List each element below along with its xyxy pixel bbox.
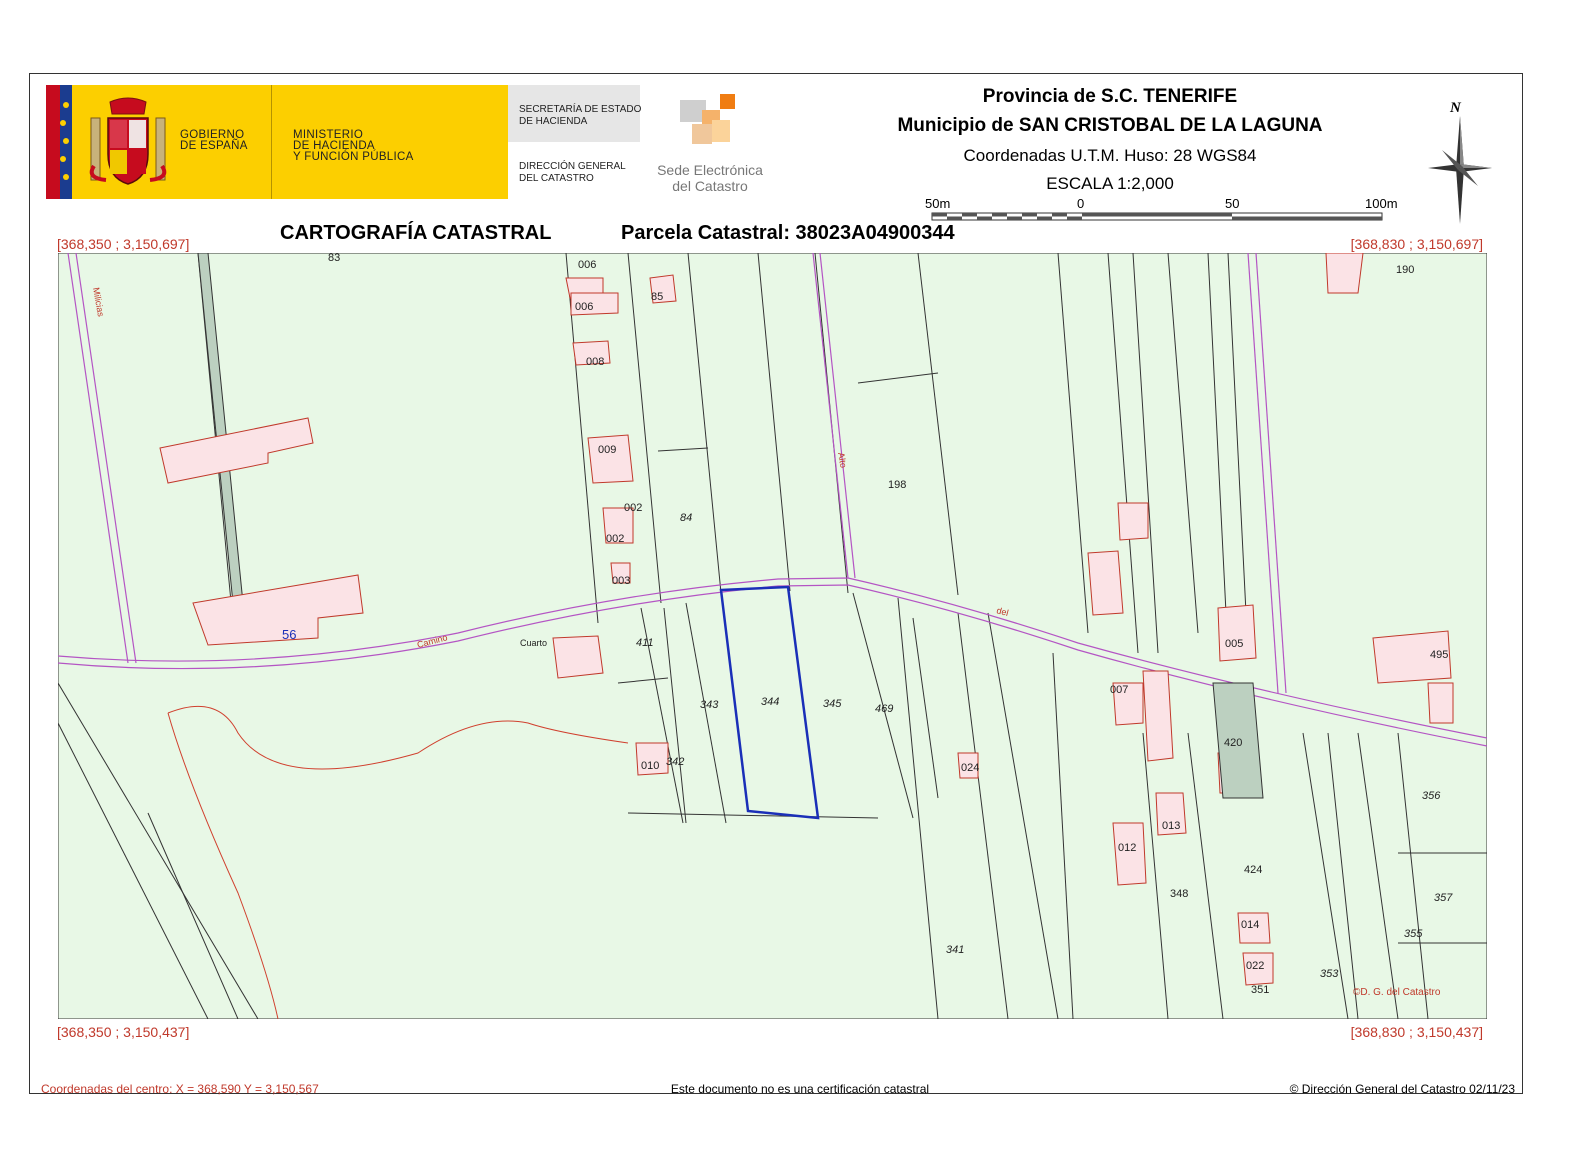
direccion-text: DIRECCIÓN GENERAL DEL CATASTRO [519,161,626,185]
parcel-label-348: 348 [1170,888,1188,900]
parcel-label-356: 356 [1422,790,1441,802]
parcel-label-469: 469 [875,703,893,715]
building-label-006a: 006 [578,259,596,271]
parcel-label-357: 357 [1434,892,1453,904]
parcel-label-83: 83 [328,253,340,264]
building-label-010: 010 [641,760,659,772]
cartografia-title: CARTOGRAFÍA CATASTRAL [280,222,552,244]
building-label-005: 005 [1225,638,1243,650]
scale-bar: 50m 0 50 100m [925,196,1398,221]
building-label-022: 022 [1246,960,1264,972]
coat-of-arms-icon [89,97,167,185]
sede-line-2: del Catastro [672,178,748,194]
parcela-title: Parcela Catastral: 38023A04900344 [621,222,955,244]
parcel-label-420: 420 [1224,737,1242,749]
gobierno-text: GOBIERNO DE ESPAÑA [180,129,248,152]
ministerio-line-3: Y FUNCIÓN PÚBLICA [293,151,414,163]
sede-line-1: Sede Electrónica [657,162,763,178]
building-label-003: 003 [612,575,630,587]
coordenadas-label: Coordenadas U.T.M. Huso: 28 WGS84 [963,146,1257,165]
building-label-006b: 006 [575,301,593,313]
footer-copyright: © Dirección General del Catastro 02/11/2… [1289,1082,1515,1096]
corner-top-left: [368,350 ; 3,150,697] [57,236,190,252]
scale-label-50m: 50m [925,196,950,211]
parcel-label-351: 351 [1251,984,1269,996]
footer-aviso: Este documento no es una certificación c… [670,1082,930,1096]
escala-label: ESCALA 1:2,000 [1046,174,1174,193]
corner-top-right: [368,830 ; 3,150,697] [1350,236,1483,252]
building-label-024: 024 [961,762,979,774]
secretaria-line-2: DE HACIENDA [519,116,588,127]
sede-logo-icon [680,94,735,144]
corner-bottom-left: [368,350 ; 3,150,437] [57,1024,190,1040]
gobierno-line-2: DE ESPAÑA [180,140,248,152]
parcel-label-495: 495 [1430,649,1448,661]
parcel-label-355: 355 [1404,928,1423,940]
parcel-label-341: 341 [946,944,964,956]
north-label: N [1449,100,1462,116]
municipio-title: Municipio de SAN CRISTOBAL DE LA LAGUNA [897,115,1323,136]
parcel-label-84: 84 [680,512,692,524]
parcel-label-56: 56 [282,627,296,642]
building-label-007: 007 [1110,684,1128,696]
secretaria-line-1: SECRETARÍA DE ESTADO [519,104,642,115]
parcel-label-353: 353 [1320,968,1339,980]
direccion-line-2: DEL CATASTRO [519,173,594,184]
north-arrow-icon: N [1428,100,1492,224]
map-credit: ©D. G. del Catastro [1353,987,1441,998]
building-label-002b: 002 [606,533,624,545]
eu-stars-icon [60,102,69,180]
cadastral-map[interactable]: 83 85 84 198 411 343 344 345 469 342 341… [58,253,1487,1019]
building-label-009: 009 [598,444,616,456]
parcel-label-344: 344 [761,696,779,708]
secretaria-text: SECRETARÍA DE ESTADO DE HACIENDA [519,104,641,128]
scale-label-50: 50 [1225,196,1239,211]
parcel-label-345: 345 [823,698,842,710]
building-label-013: 013 [1162,820,1180,832]
parcel-label-411: 411 [636,637,654,649]
building-label-008: 008 [586,356,604,368]
sede-text: Sede Electrónica del Catastro [650,162,770,194]
label-cuarto: Cuarto [520,638,547,648]
parcel-label-198: 198 [888,479,906,491]
parcel-label-424: 424 [1244,864,1262,876]
parcel-label-343: 343 [700,699,719,711]
direccion-line-1: DIRECCIÓN GENERAL [519,161,626,172]
parcel-label-190: 190 [1396,264,1414,276]
scale-label-0: 0 [1077,196,1084,211]
scale-label-100m: 100m [1365,196,1398,211]
corner-bottom-right: [368,830 ; 3,150,437] [1350,1024,1483,1040]
building-label-012: 012 [1118,842,1136,854]
footer-centro: Coordenadas del centro: X = 368,590 Y = … [41,1082,319,1096]
parcel-label-342: 342 [666,756,684,768]
building-label-014: 014 [1241,919,1259,931]
logo-divider [271,85,272,199]
ministerio-text: MINISTERIO DE HACIENDA Y FUNCIÓN PÚBLICA [293,129,414,163]
provincia-title: Provincia de S.C. TENERIFE [982,86,1238,107]
building-label-002a: 002 [624,502,642,514]
parcel-label-85: 85 [651,291,663,303]
